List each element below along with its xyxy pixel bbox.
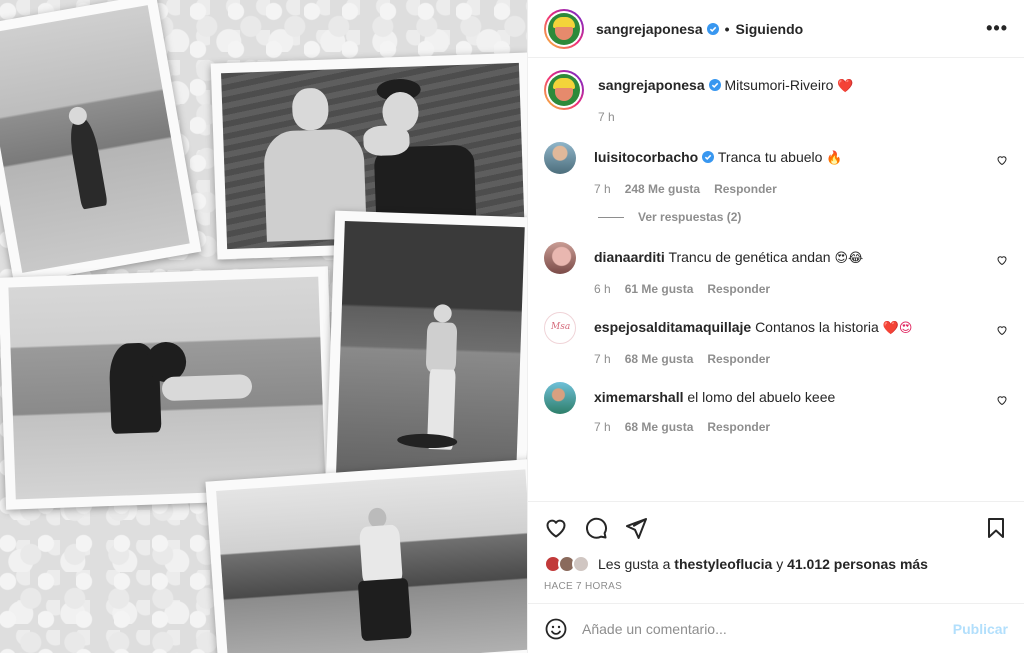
comment-bubble-icon[interactable]	[584, 516, 608, 540]
comment-text: el lomo del abuelo keee	[687, 389, 836, 405]
liker-username[interactable]: thestyleoflucia	[674, 556, 772, 572]
comment-time[interactable]: 7 h	[594, 420, 611, 434]
avatar	[548, 12, 580, 45]
avatar	[548, 74, 580, 106]
avatar[interactable]	[544, 312, 576, 344]
comment-username[interactable]: dianaarditi	[594, 249, 665, 265]
reply-button[interactable]: Responder	[707, 352, 770, 366]
comment-likes[interactable]: 68 Me gusta	[625, 352, 694, 366]
post-actions-bar	[528, 501, 1024, 553]
verified-badge-icon	[708, 79, 721, 91]
caption-text: Mitsumori-Riveiro	[724, 77, 834, 93]
likes-connector: y	[776, 556, 784, 572]
comment-username[interactable]: luisitocorbacho	[594, 149, 698, 165]
comment-row: ximemarshall el lomo del abuelo keee 7 h…	[544, 382, 1008, 434]
likes-count[interactable]: 41.012 personas más	[787, 556, 928, 572]
liker-avatars[interactable]	[544, 555, 590, 573]
replies-divider	[598, 216, 624, 218]
instagram-post-modal: sangrejaponesa • Siguiendo ••• sangrejap…	[0, 0, 1024, 653]
comment-input[interactable]	[582, 620, 953, 637]
view-replies-label: Ver respuestas (2)	[638, 210, 742, 224]
reply-button[interactable]: Responder	[707, 420, 770, 434]
more-options-icon[interactable]: •••	[986, 18, 1008, 39]
photo-couple-on-shore	[0, 266, 336, 510]
avatar[interactable]	[544, 382, 576, 414]
caption-row: sangrejaponesa Mitsumori-Riveiro ❤️ 7 h	[544, 70, 1008, 124]
comment-emoji: ❤️😍	[882, 321, 913, 336]
likes-summary: Les gusta a thestyleoflucia y 41.012 per…	[528, 553, 1024, 575]
following-button[interactable]: Siguiendo	[736, 21, 804, 37]
reply-button[interactable]: Responder	[714, 182, 777, 196]
verified-badge-icon	[706, 22, 719, 35]
comments-list: sangrejaponesa Mitsumori-Riveiro ❤️ 7 h …	[528, 58, 1024, 501]
photo-man-seated-promenade	[205, 458, 527, 653]
like-comment-heart-icon[interactable]	[996, 154, 1008, 166]
comment-text: Trancu de genética andan	[668, 249, 831, 265]
like-comment-heart-icon[interactable]	[996, 324, 1008, 336]
post-side-panel: sangrejaponesa • Siguiendo ••• sangrejap…	[527, 0, 1024, 653]
author-username[interactable]: sangrejaponesa	[596, 21, 703, 37]
post-image-collage[interactable]	[0, 0, 527, 653]
save-bookmark-icon[interactable]	[984, 516, 1008, 540]
comment-likes[interactable]: 61 Me gusta	[625, 282, 694, 296]
post-header: sangrejaponesa • Siguiendo •••	[528, 0, 1024, 58]
avatar	[572, 555, 590, 573]
comment-time[interactable]: 7 h	[594, 182, 611, 196]
like-comment-heart-icon[interactable]	[996, 254, 1008, 266]
caption-time[interactable]: 7 h	[598, 110, 615, 124]
comment-text: Contanos la historia	[755, 319, 879, 335]
comment-time[interactable]: 6 h	[594, 282, 611, 296]
fire-emoji: 🔥	[826, 151, 843, 166]
caption-avatar-ring[interactable]	[544, 70, 584, 110]
separator-dot: •	[724, 20, 730, 37]
like-heart-icon[interactable]	[544, 516, 568, 540]
view-replies-button[interactable]: Ver respuestas (2)	[598, 210, 1008, 224]
comment-emoji: 😍😂	[834, 251, 864, 266]
post-timestamp[interactable]: HACE 7 HORAS	[528, 575, 1024, 603]
emoji-smiley-icon[interactable]	[544, 617, 568, 641]
comment-row: luisitocorbacho Tranca tu abuelo 🔥 7 h 2…	[544, 142, 1008, 196]
comment-composer: Publicar	[528, 603, 1024, 653]
share-paper-plane-icon[interactable]	[624, 516, 648, 540]
caption-username[interactable]: sangrejaponesa	[598, 77, 705, 93]
comment-likes[interactable]: 68 Me gusta	[625, 420, 694, 434]
author-avatar-ring[interactable]	[544, 8, 584, 49]
like-comment-heart-icon[interactable]	[996, 394, 1008, 406]
comment-time[interactable]: 7 h	[594, 352, 611, 366]
photo-man-on-beach	[0, 0, 202, 285]
likes-prefix: Les gusta a	[598, 556, 671, 572]
reply-button[interactable]: Responder	[707, 282, 770, 296]
comment-username[interactable]: ximemarshall	[594, 389, 684, 405]
publish-button[interactable]: Publicar	[953, 621, 1008, 637]
comment-likes[interactable]: 248 Me gusta	[625, 182, 700, 196]
comment-username[interactable]: espejosalditamaquillaje	[594, 319, 751, 335]
comment-row: espejosalditamaquillaje Contanos la hist…	[544, 312, 1008, 366]
avatar[interactable]	[544, 242, 576, 274]
heart-emoji: ❤️	[837, 79, 854, 94]
comment-row: dianaarditi Trancu de genética andan 😍😂 …	[544, 242, 1008, 296]
verified-badge-icon	[702, 151, 715, 163]
comment-text: Tranca tu abuelo	[717, 149, 823, 165]
avatar[interactable]	[544, 142, 576, 174]
